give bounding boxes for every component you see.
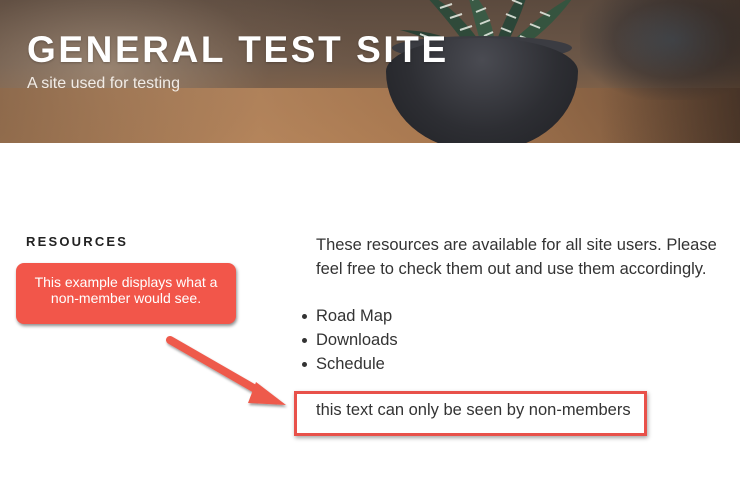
- list-item[interactable]: Downloads: [300, 328, 398, 352]
- arrow-shaft: [166, 336, 268, 398]
- list-item[interactable]: Road Map: [300, 304, 398, 328]
- list-item-label: Schedule: [316, 355, 385, 373]
- bullet-icon: [302, 362, 307, 367]
- resources-intro: These resources are available for all si…: [316, 236, 717, 278]
- bullet-icon: [302, 314, 307, 319]
- list-item-label: Downloads: [316, 331, 398, 349]
- bullet-icon: [302, 338, 307, 343]
- resource-list: Road Map Downloads Schedule: [300, 304, 398, 376]
- nonmember-text: this text can only be seen by non-member…: [316, 401, 631, 419]
- list-item-label: Road Map: [316, 307, 393, 325]
- list-item[interactable]: Schedule: [300, 352, 398, 376]
